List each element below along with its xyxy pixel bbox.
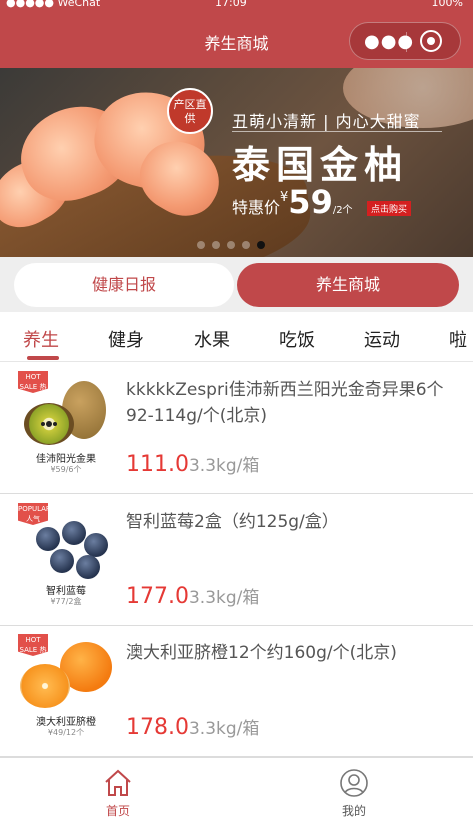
tabbar-home-label: 首页 [105,804,130,817]
blueberry [36,527,60,551]
thumb-name: 佳沛阳光金果 [36,454,96,465]
bottom-tab-bar: 首页 我的 [0,757,473,817]
navbar: 养生商城 ●●● [0,14,473,68]
slogan-divider [232,131,442,132]
currency-symbol: ¥ [280,190,289,205]
buy-tag[interactable]: 点击购买 [367,201,412,216]
carousel-dot-active[interactable] [257,241,265,249]
blueberry [50,549,74,573]
banner-slogan: 丑萌小清新 | 内心大甜蜜 [232,112,421,131]
price-amount: 177.0 [126,584,189,609]
active-tab-indicator [27,356,59,360]
blueberry [84,533,108,557]
carrier-label: ●●●●● WeChat [6,0,101,9]
orange-half [20,664,70,708]
tabbar-home[interactable]: 首页 [0,758,236,817]
category-tabs: 养生 健身 水果 吃饭 运动 啦 [0,312,473,362]
product-title: 澳大利亚脐橙12个约160g/个(北京) [126,643,397,663]
kiwi-half [24,403,74,445]
product-price: 178.03.3kg/箱 [126,714,259,740]
product-price: 111.03.3kg/箱 [126,451,259,477]
carousel-dots [197,234,272,253]
tab-meal[interactable]: 吃饭 [279,326,315,352]
blueberry [62,521,86,545]
segment-control: 健康日报 养生商城 [0,257,473,312]
carousel-dot[interactable] [212,241,220,249]
tab-fitness[interactable]: 健身 [108,326,144,352]
tab-more[interactable]: 啦 [449,326,467,352]
product-image: POPULAR 人气 智利蓝莓 ¥77/2盒 [14,503,118,615]
tab-fruit[interactable]: 水果 [194,326,230,352]
promo-banner[interactable]: 产区直供 丑萌小清新 | 内心大甜蜜 泰国金柚 特惠价¥59/2个 点击购买 [0,68,473,257]
carousel-dot[interactable] [227,241,235,249]
segment-health-daily[interactable]: 健康日报 [14,263,234,307]
thumb-name: 澳大利亚脐橙 [36,717,96,728]
target-icon[interactable] [420,30,442,52]
price-spec: 3.3kg/箱 [188,588,260,608]
popular-tag: POPULAR 人气 [18,503,51,525]
thumb-price: ¥49/12个 [47,728,85,737]
thumb-price: ¥77/2盒 [50,597,82,606]
banner-headline: 泰国金柚 [232,143,409,187]
tabbar-me-label: 我的 [341,804,366,817]
price-spec: 3.3kg/箱 [188,719,260,739]
thumb-name: 智利蓝莓 [46,586,86,597]
product-image: HOT SALE 热卖 佳沛阳光金果 ¥59/6个 [14,371,118,483]
clock: 17:09 [215,0,247,9]
price-label: 特惠价 [232,198,281,217]
miniprogram-capsule: ●●● [349,22,461,60]
tab-yangsheng[interactable]: 养生 [23,326,59,352]
price-value: 59 [288,183,333,221]
product-item[interactable]: POPULAR 人气 智利蓝莓 ¥77/2盒 智利蓝莓2盒（约125g/盒） 1… [0,495,473,626]
product-image: HOT SALE 热卖 澳大利亚脐橙 ¥49/12个 [14,634,118,746]
product-title: 智利蓝莓2盒（约125g/盒） [126,512,339,532]
home-icon [103,768,133,798]
battery-label: 100% [431,0,463,9]
price-spec: 3.3kg/箱 [188,456,260,476]
carousel-dot[interactable] [242,241,250,249]
hot-sale-tag: HOT SALE 热卖 [18,371,48,401]
segment-health-mall[interactable]: 养生商城 [237,263,459,307]
price-amount: 178.0 [126,715,189,740]
tab-sport[interactable]: 运动 [364,326,400,352]
status-bar: ●●●●● WeChat 17:09 100% [0,0,473,14]
blueberry [76,555,100,579]
banner-price: 特惠价¥59/2个 [232,183,353,221]
price-unit: /2个 [332,205,353,216]
product-title: kkkkkZespri佳沛新西兰阳光金奇异果6个92-114g/个(北京) [126,380,444,426]
user-icon [339,768,369,798]
hot-sale-tag: HOT SALE 热卖 [18,634,48,664]
thumb-price: ¥59/6个 [50,465,82,474]
product-item[interactable]: HOT SALE 热卖 澳大利亚脐橙 ¥49/12个 澳大利亚脐橙12个约160… [0,626,473,757]
capsule-divider [406,32,407,52]
product-item[interactable]: HOT SALE 热卖 佳沛阳光金果 ¥59/6个 kkkkkZespri佳沛新… [0,363,473,494]
price-amount: 111.0 [126,452,189,477]
product-price: 177.03.3kg/箱 [126,583,259,609]
carousel-dot[interactable] [197,241,205,249]
origin-badge: 产区直供 [167,88,213,134]
tabbar-me[interactable]: 我的 [236,758,472,817]
